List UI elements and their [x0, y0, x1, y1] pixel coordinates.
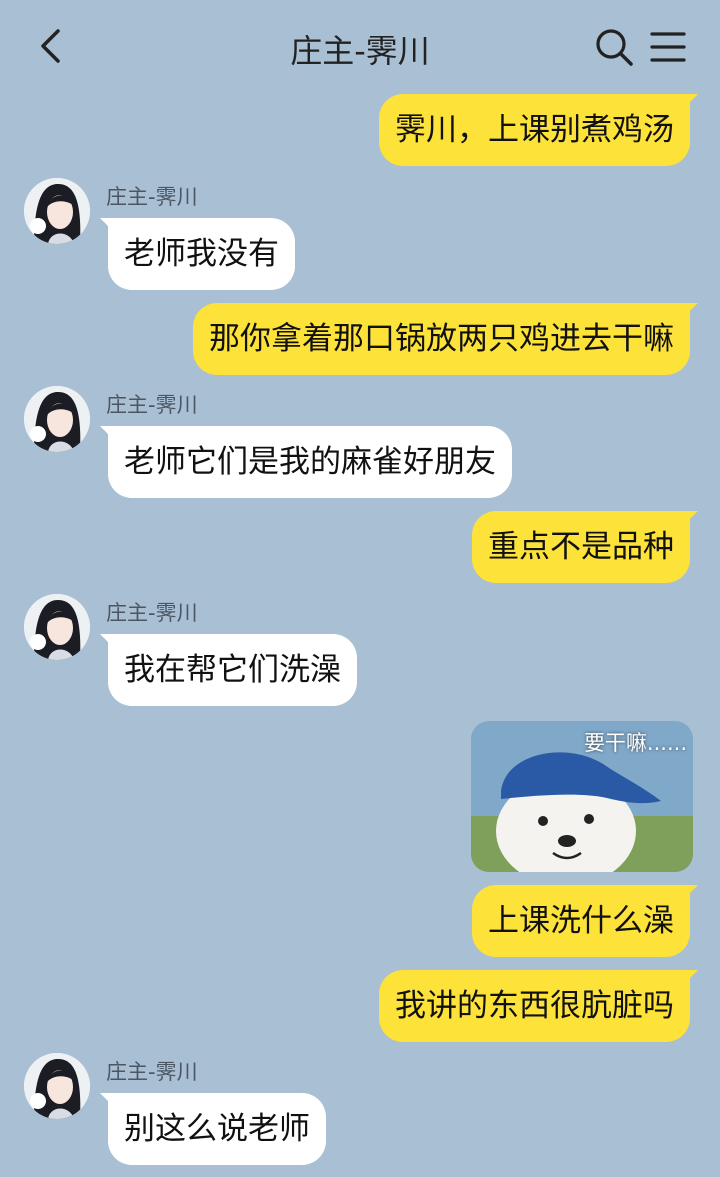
- search-icon[interactable]: [594, 27, 634, 67]
- incoming-message-bubble[interactable]: 老师它们是我的麻雀好朋友: [100, 426, 512, 498]
- sender-name: 庄主-霁川: [106, 185, 198, 209]
- avatar[interactable]: [24, 594, 90, 660]
- incoming-message-bubble[interactable]: 我在帮它们洗澡: [100, 634, 357, 706]
- avatar[interactable]: [24, 1053, 90, 1119]
- chat-header: 庄主-霁川: [0, 0, 720, 94]
- incoming-message-bubble[interactable]: 别这么说老师: [100, 1093, 326, 1165]
- sender-name: 庄主-霁川: [106, 601, 198, 625]
- outgoing-message-bubble[interactable]: 那你拿着那口锅放两只鸡进去干嘛: [193, 303, 698, 375]
- avatar[interactable]: [24, 386, 90, 452]
- sender-name: 庄主-霁川: [106, 1060, 198, 1084]
- avatar[interactable]: [24, 178, 90, 244]
- sticker-image[interactable]: 要干嘛......: [471, 721, 693, 872]
- outgoing-message-bubble[interactable]: 重点不是品种: [472, 511, 698, 583]
- hamburger-menu-icon[interactable]: [648, 30, 688, 64]
- outgoing-message-bubble[interactable]: 我讲的东西很肮脏吗: [379, 970, 698, 1042]
- outgoing-message-bubble[interactable]: 霁川，上课别煮鸡汤: [379, 94, 698, 166]
- sender-name: 庄主-霁川: [106, 393, 198, 417]
- sticker-caption: 要干嘛......: [583, 731, 687, 755]
- outgoing-message-bubble[interactable]: 上课洗什么澡: [472, 885, 698, 957]
- incoming-message-bubble[interactable]: 老师我没有: [100, 218, 295, 290]
